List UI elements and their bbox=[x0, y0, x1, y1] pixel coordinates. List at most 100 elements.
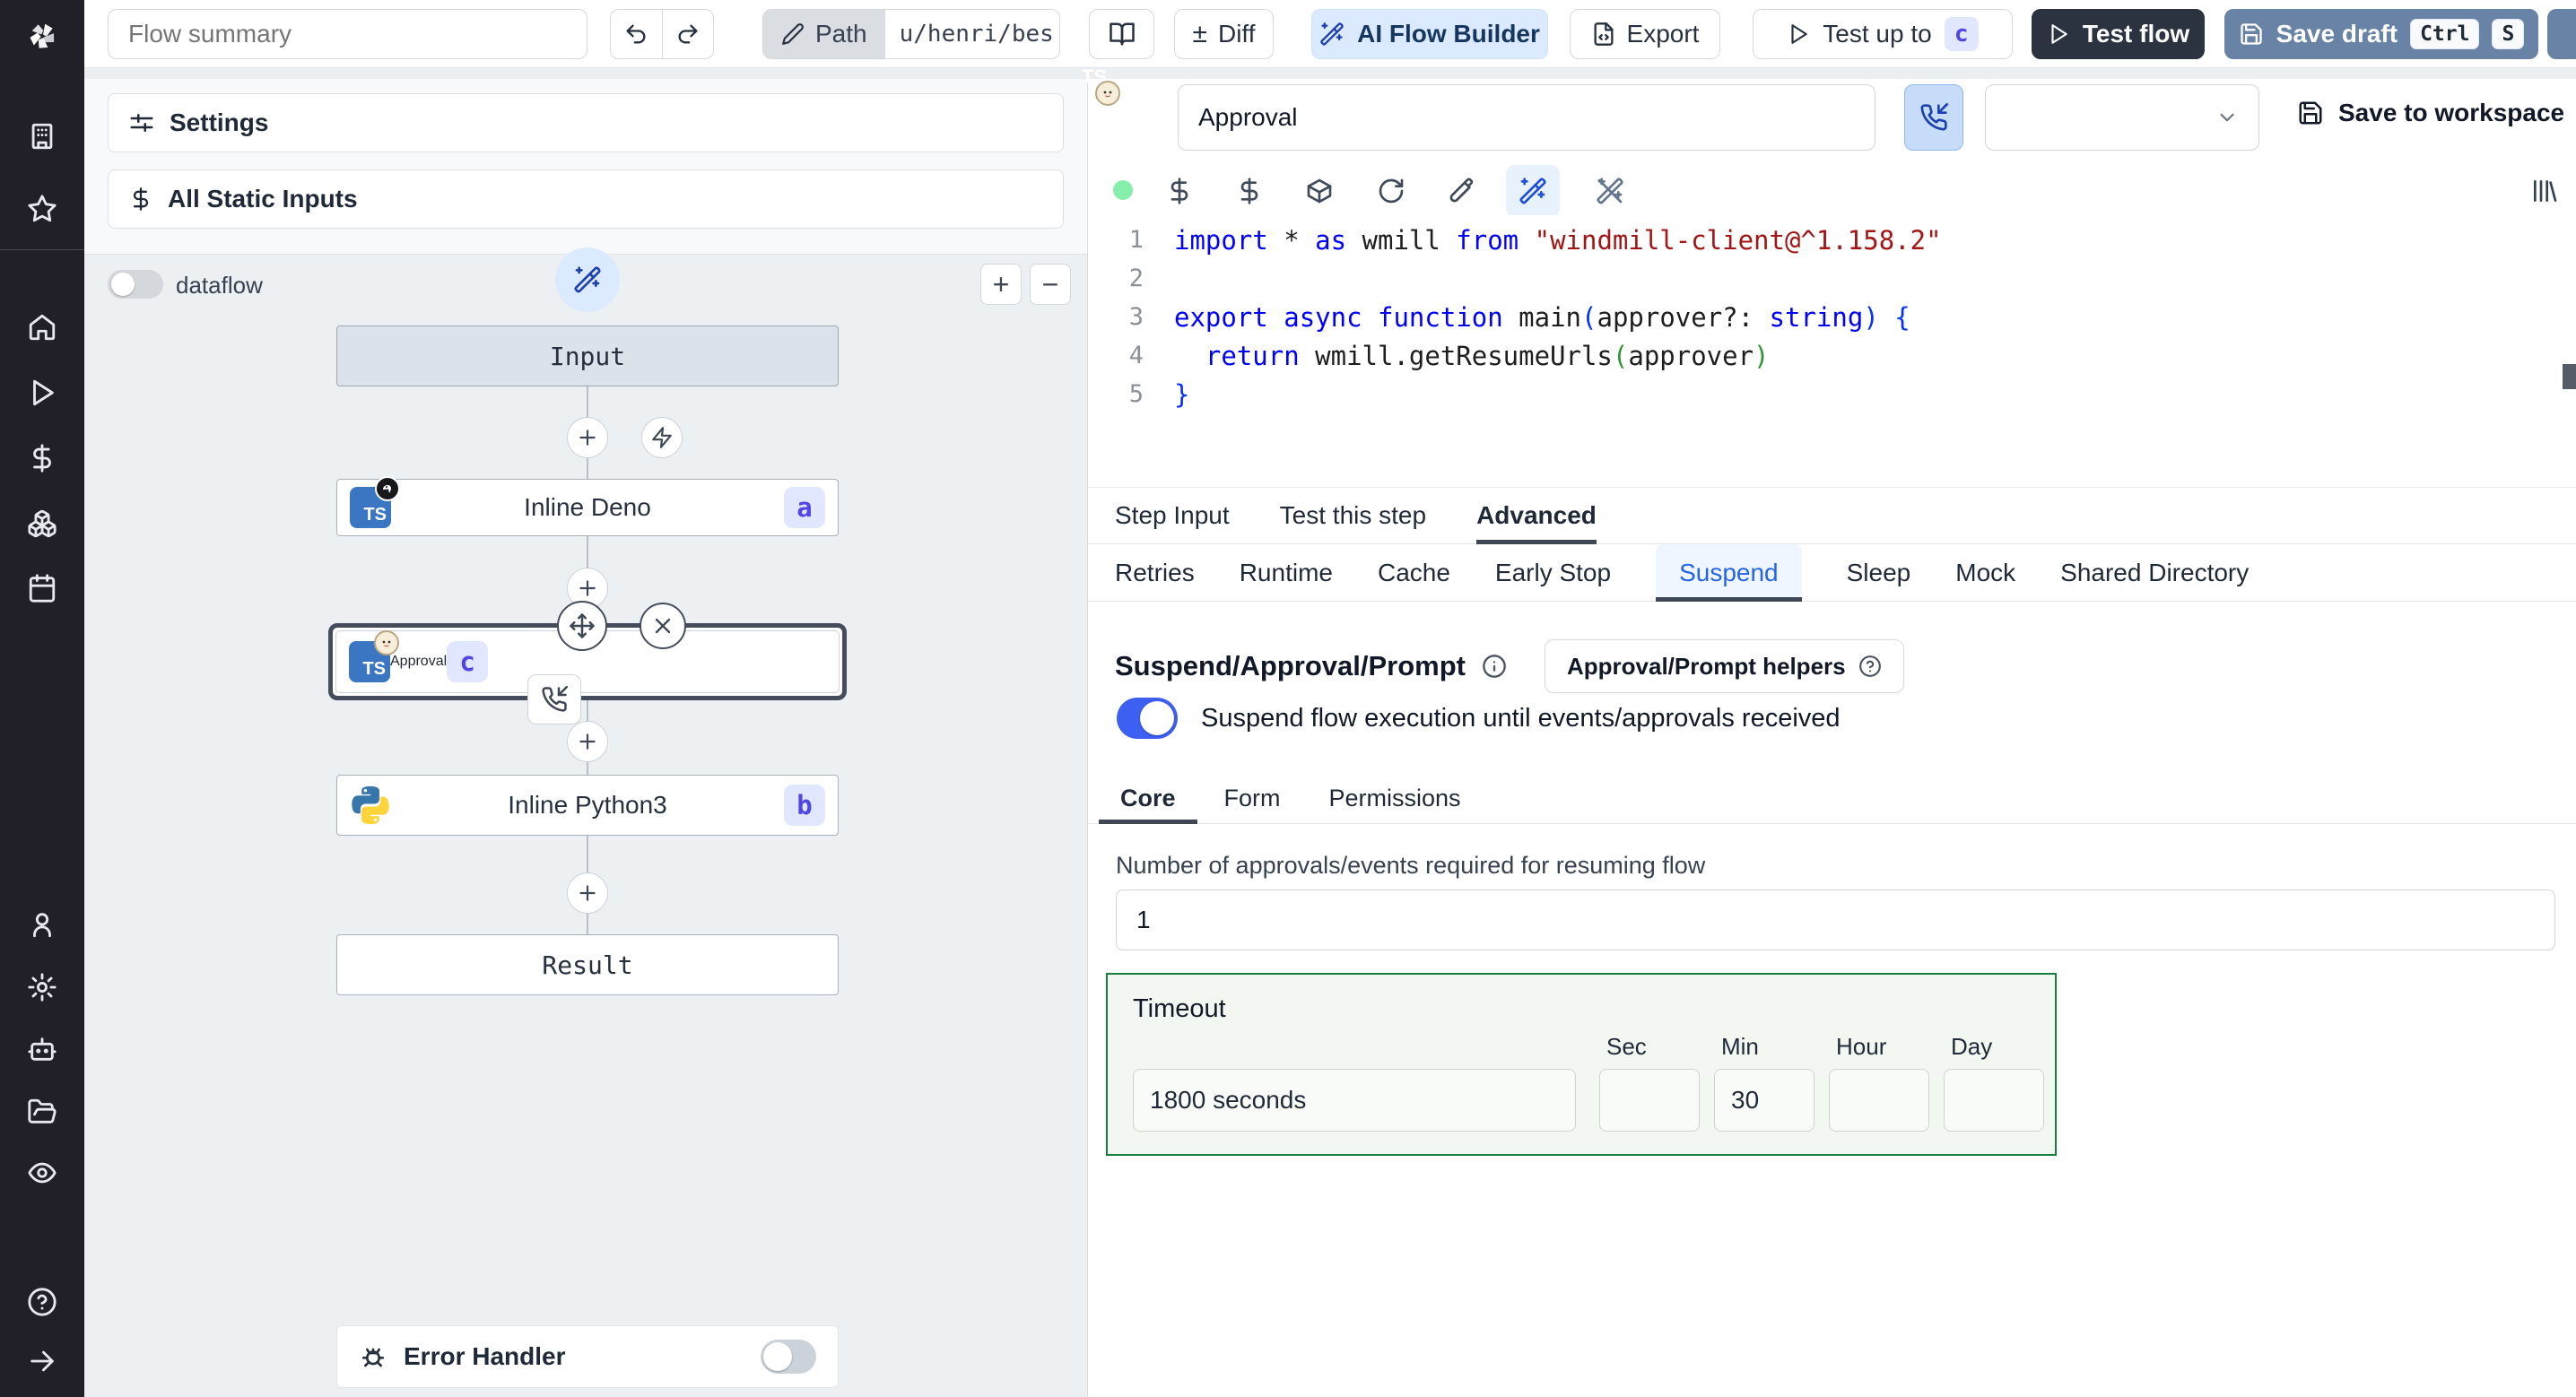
schedules-icon[interactable] bbox=[27, 573, 57, 603]
tab-advanced[interactable]: Advanced bbox=[1476, 488, 1597, 544]
ai-assistant-wand-button[interactable] bbox=[1506, 165, 1560, 217]
export-button[interactable]: Export bbox=[1570, 9, 1720, 59]
all-static-inputs-button[interactable]: All Static Inputs bbox=[108, 169, 1064, 229]
suspend-tabs: Core Form Permissions bbox=[1088, 774, 2576, 824]
approvals-count-label: Number of approvals/events required for … bbox=[1116, 852, 1706, 879]
zoom-out-button[interactable]: − bbox=[1030, 264, 1071, 305]
subtab-cache[interactable]: Cache bbox=[1378, 544, 1450, 601]
wand-off-icon[interactable] bbox=[1596, 177, 1624, 205]
delete-step-button[interactable] bbox=[640, 603, 686, 649]
help-icon[interactable] bbox=[27, 1287, 57, 1317]
timeout-label: Timeout bbox=[1133, 994, 1226, 1023]
timeout-hour-input[interactable] bbox=[1829, 1069, 1929, 1132]
add-step-button[interactable] bbox=[567, 721, 608, 762]
code-editor[interactable]: 1 import * as wmill from "windmill-client… bbox=[1088, 215, 2576, 477]
vars-dollar-icon[interactable] bbox=[1165, 177, 1194, 205]
resources-dollar-icon[interactable] bbox=[1235, 177, 1264, 205]
save-draft-button[interactable]: Save draft Ctrl S bbox=[2224, 9, 2538, 59]
flow-settings-button[interactable]: Settings bbox=[108, 93, 1064, 152]
step-name-input[interactable] bbox=[1178, 84, 1875, 151]
ai-flow-builder-button[interactable]: AI Flow Builder bbox=[1311, 9, 1548, 59]
approval-prompt-helpers-button[interactable]: Approval/Prompt helpers bbox=[1544, 639, 1904, 693]
add-step-button[interactable] bbox=[567, 417, 608, 458]
bug-icon bbox=[359, 1342, 387, 1371]
docs-button[interactable] bbox=[1089, 9, 1154, 59]
subtab-early-stop[interactable]: Early Stop bbox=[1495, 544, 1611, 601]
tab-test-this-step[interactable]: Test this step bbox=[1280, 488, 1426, 543]
favorites-icon[interactable] bbox=[27, 194, 57, 224]
timeout-day-input[interactable] bbox=[1944, 1069, 2044, 1132]
save-to-workspace-button[interactable]: Save to workspace bbox=[2297, 99, 2564, 127]
suspend-tab-permissions[interactable]: Permissions bbox=[1329, 774, 1461, 823]
subtab-retries[interactable]: Retries bbox=[1115, 544, 1195, 601]
subtab-shared-directory[interactable]: Shared Directory bbox=[2060, 544, 2249, 601]
dataflow-toggle[interactable] bbox=[108, 270, 163, 299]
workers-bot-icon[interactable] bbox=[27, 1034, 57, 1064]
settings-gear-icon[interactable] bbox=[27, 972, 57, 1002]
unit-label-sec: Sec bbox=[1606, 1033, 1647, 1060]
move-step-handle[interactable] bbox=[557, 601, 607, 651]
flow-summary-input[interactable] bbox=[108, 9, 587, 59]
code-line[interactable]: 5} bbox=[1088, 375, 2576, 413]
timeout-min-input[interactable] bbox=[1714, 1069, 1815, 1132]
add-step-button[interactable] bbox=[567, 872, 608, 914]
tab-step-input[interactable]: Step Input bbox=[1115, 488, 1230, 543]
approvals-count-input[interactable] bbox=[1116, 889, 2555, 950]
node-result[interactable]: Result bbox=[336, 934, 839, 995]
variables-icon[interactable] bbox=[27, 443, 57, 473]
info-icon[interactable] bbox=[1482, 654, 1507, 679]
timeout-sec-input[interactable] bbox=[1599, 1069, 1700, 1132]
error-handler-bar[interactable]: Error Handler bbox=[336, 1325, 839, 1388]
audit-eye-icon[interactable] bbox=[27, 1158, 57, 1188]
windmill-logo-icon[interactable] bbox=[24, 18, 60, 54]
plus-icon bbox=[576, 730, 599, 753]
reload-icon[interactable] bbox=[1377, 177, 1405, 205]
flow-graph-canvas[interactable]: dataflow + − Input TS Inline Deno a TS A… bbox=[84, 247, 1087, 1397]
subtab-runtime[interactable]: Runtime bbox=[1240, 544, 1333, 601]
ai-graph-wand-button[interactable] bbox=[555, 247, 620, 312]
library-icon[interactable] bbox=[2530, 177, 2559, 205]
subtab-mock[interactable]: Mock bbox=[1955, 544, 2015, 601]
test-up-to-button[interactable]: Test up to c bbox=[1753, 9, 2013, 59]
dataflow-label: dataflow bbox=[176, 272, 263, 299]
format-brush-icon[interactable] bbox=[1447, 177, 1475, 205]
editor-scrollbar-thumb[interactable] bbox=[2563, 364, 2576, 389]
node-inline-python3[interactable]: Inline Python3 b bbox=[336, 775, 839, 836]
home-icon[interactable] bbox=[27, 312, 57, 343]
phone-incoming-icon bbox=[541, 686, 568, 713]
test-flow-button[interactable]: Test flow bbox=[2032, 9, 2205, 59]
code-line[interactable]: 3 export async function main(approver?: s… bbox=[1088, 298, 2576, 336]
bun-logo-icon bbox=[374, 630, 399, 655]
redo-button[interactable] bbox=[663, 10, 714, 58]
package-icon[interactable] bbox=[1305, 177, 1334, 205]
subtab-sleep[interactable]: Sleep bbox=[1847, 544, 1911, 601]
expand-sidebar-icon[interactable] bbox=[27, 1346, 57, 1376]
save-icon bbox=[2239, 22, 2264, 47]
resources-icon[interactable] bbox=[27, 508, 57, 539]
code-line[interactable]: 2 bbox=[1088, 259, 2576, 298]
add-trigger-button[interactable] bbox=[641, 417, 683, 458]
diff-button[interactable]: ± Diff bbox=[1174, 9, 1274, 59]
zoom-in-button[interactable]: + bbox=[980, 264, 1022, 305]
code-line[interactable]: 1 import * as wmill from "windmill-client… bbox=[1088, 221, 2576, 259]
deploy-button-partial[interactable] bbox=[2547, 9, 2576, 59]
suspend-tab-form[interactable]: Form bbox=[1224, 774, 1281, 823]
suspend-phone-toggle-button[interactable] bbox=[1904, 84, 1963, 151]
suspend-heading-row: Suspend/Approval/Prompt Approval/Prompt … bbox=[1115, 639, 1904, 693]
suspend-toggle[interactable] bbox=[1117, 698, 1178, 739]
subtab-suspend[interactable]: Suspend bbox=[1656, 544, 1802, 602]
path-control[interactable]: Path u/henri/bes bbox=[762, 9, 1060, 59]
folders-icon[interactable] bbox=[27, 1097, 57, 1127]
undo-button[interactable] bbox=[611, 10, 663, 58]
code-line[interactable]: 4 return wmill.getResumeUrls(approver) bbox=[1088, 336, 2576, 375]
suspend-tab-core[interactable]: Core bbox=[1099, 774, 1197, 824]
workspace-script-select[interactable] bbox=[1985, 84, 2259, 151]
node-inline-deno[interactable]: TS Inline Deno a bbox=[336, 476, 839, 536]
users-icon[interactable] bbox=[27, 909, 57, 940]
node-input[interactable]: Input bbox=[336, 325, 839, 386]
plus-icon bbox=[576, 881, 599, 905]
workspace-icon[interactable] bbox=[27, 121, 57, 152]
approval-phone-badge[interactable] bbox=[527, 674, 581, 725]
error-handler-toggle[interactable] bbox=[761, 1340, 816, 1374]
runs-icon[interactable] bbox=[27, 377, 57, 408]
